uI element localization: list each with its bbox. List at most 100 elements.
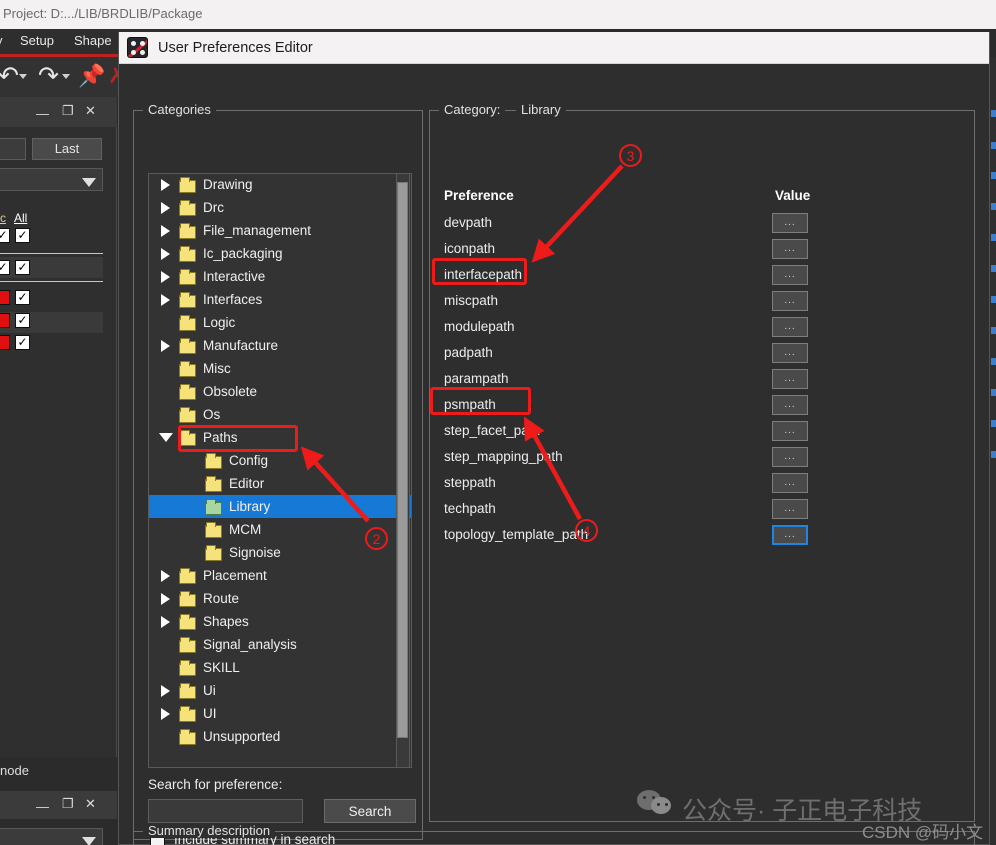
menu-item-setup[interactable]: Setup — [20, 33, 54, 48]
bg2-restore-button[interactable]: ❐ — [62, 796, 74, 812]
chevron-right-icon[interactable] — [161, 340, 170, 352]
chevron-right-icon[interactable] — [161, 202, 170, 214]
folder-icon — [179, 315, 196, 331]
bg-checkbox-b3[interactable]: ✓ — [15, 313, 30, 328]
redo-dropdown-caret[interactable] — [62, 74, 70, 79]
tree-item-obsolete[interactable]: Obsolete — [149, 380, 411, 403]
pref-iconpath[interactable]: iconpath — [444, 241, 495, 256]
pref-step_facet_path[interactable]: step_facet_path — [444, 423, 540, 438]
value-button-interfacepath[interactable]: ... — [772, 265, 808, 285]
pref-miscpath[interactable]: miscpath — [444, 293, 498, 308]
chevron-right-icon[interactable] — [161, 294, 170, 306]
tree-item-drc[interactable]: Drc — [149, 196, 411, 219]
dialog-titlebar[interactable]: User Preferences Editor — [119, 32, 989, 64]
tree-item-skill[interactable]: SKILL — [149, 656, 411, 679]
value-button-miscpath[interactable]: ... — [772, 291, 808, 311]
tree-item-paths[interactable]: Paths — [149, 426, 411, 449]
value-button-psmpath[interactable]: ... — [772, 395, 808, 415]
chevron-right-icon[interactable] — [161, 225, 170, 237]
redo-icon[interactable]: ↷ — [38, 60, 59, 92]
chevron-right-icon[interactable] — [161, 570, 170, 582]
tree-item-file_management[interactable]: File_management — [149, 219, 411, 242]
bg-minimize-button[interactable]: — — [36, 106, 49, 121]
value-button-devpath[interactable]: ... — [772, 213, 808, 233]
bg-combo-box[interactable] — [0, 168, 103, 191]
bg-checkbox-b4[interactable]: ✓ — [15, 335, 30, 350]
bg-checkbox-b0[interactable]: ✓ — [15, 228, 30, 243]
undo-dropdown-caret[interactable] — [19, 74, 27, 79]
tree-item-signal_analysis[interactable]: Signal_analysis — [149, 633, 411, 656]
pref-techpath[interactable]: techpath — [444, 501, 496, 516]
bg-col-header-all[interactable]: All — [14, 211, 27, 225]
chevron-right-icon[interactable] — [161, 616, 170, 628]
bg-close-button[interactable]: ✕ — [85, 103, 96, 119]
search-button[interactable]: Search — [324, 799, 416, 823]
tree-item-interfaces[interactable]: Interfaces — [149, 288, 411, 311]
bg-combo-box-2[interactable]: or — [0, 828, 103, 845]
pref-padpath[interactable]: padpath — [444, 345, 493, 360]
value-button-iconpath[interactable]: ... — [772, 239, 808, 259]
value-button-techpath[interactable]: ... — [772, 499, 808, 519]
pref-parampath[interactable]: parampath — [444, 371, 509, 386]
bg2-minimize-button[interactable]: — — [36, 799, 49, 814]
pref-devpath[interactable]: devpath — [444, 215, 492, 230]
search-input[interactable] — [148, 799, 303, 823]
tree-item-misc[interactable]: Misc — [149, 357, 411, 380]
chevron-right-icon[interactable] — [161, 685, 170, 697]
pref-steppath[interactable]: steppath — [444, 475, 496, 490]
value-button-parampath[interactable]: ... — [772, 369, 808, 389]
value-button-modulepath[interactable]: ... — [772, 317, 808, 337]
tree-item-library[interactable]: Library — [149, 495, 411, 518]
bg-restore-button[interactable]: ❐ — [62, 103, 74, 119]
tree-item-ui[interactable]: Ui — [149, 679, 411, 702]
tree-item-route[interactable]: Route — [149, 587, 411, 610]
chevron-right-icon[interactable] — [161, 179, 170, 191]
tree-item-config[interactable]: Config — [149, 449, 411, 472]
bg-color-swatch-2[interactable] — [0, 313, 10, 328]
tree-item-drawing[interactable]: Drawing — [149, 174, 411, 196]
menu-item-0[interactable]: y — [0, 33, 3, 48]
bg-color-swatch-1[interactable] — [0, 290, 10, 305]
tree-item-manufacture[interactable]: Manufacture — [149, 334, 411, 357]
tree-item-signoise[interactable]: Signoise — [149, 541, 411, 564]
tree-item-editor[interactable]: Editor — [149, 472, 411, 495]
bg-text-field[interactable] — [0, 138, 26, 160]
tree-item-mcm[interactable]: MCM — [149, 518, 411, 541]
tree-item-interactive[interactable]: Interactive — [149, 265, 411, 288]
bg-color-swatch-3[interactable] — [0, 335, 10, 350]
pref-topology_template_path[interactable]: topology_template_path — [444, 527, 588, 542]
tree-scrollbar-thumb[interactable] — [397, 182, 408, 738]
tree-item-ic_packaging[interactable]: Ic_packaging — [149, 242, 411, 265]
bg-checkbox-a0[interactable]: ✓ — [0, 228, 10, 243]
categories-tree[interactable]: Drawing Drc File_management Ic_packaging Int… — [148, 173, 412, 768]
bg2-close-button[interactable]: ✕ — [85, 796, 96, 812]
pref-psmpath[interactable]: psmpath — [444, 397, 496, 412]
tree-item-ui[interactable]: UI — [149, 702, 411, 725]
chevron-right-icon[interactable] — [161, 708, 170, 720]
pref-modulepath[interactable]: modulepath — [444, 319, 515, 334]
chevron-down-icon[interactable] — [159, 433, 173, 442]
tree-item-os[interactable]: Os — [149, 403, 411, 426]
value-button-steppath[interactable]: ... — [772, 473, 808, 493]
folder-icon — [179, 361, 196, 377]
pref-step_mapping_path[interactable]: step_mapping_path — [444, 449, 563, 464]
last-button[interactable]: Last — [32, 138, 102, 160]
chevron-right-icon[interactable] — [161, 248, 170, 260]
value-button-padpath[interactable]: ... — [772, 343, 808, 363]
tree-item-placement[interactable]: Placement — [149, 564, 411, 587]
chevron-right-icon[interactable] — [161, 593, 170, 605]
menu-item-shape[interactable]: Shape — [74, 33, 112, 48]
value-button-step_mapping_path[interactable]: ... — [772, 447, 808, 467]
pref-interfacepath[interactable]: interfacepath — [444, 267, 522, 282]
undo-icon[interactable]: ↶ — [0, 60, 19, 92]
value-button-step_facet_path[interactable]: ... — [772, 421, 808, 441]
chevron-right-icon[interactable] — [161, 271, 170, 283]
pin-icon[interactable]: 📌 — [78, 60, 105, 92]
bg-checkbox-b1[interactable]: ✓ — [15, 260, 30, 275]
tree-item-shapes[interactable]: Shapes — [149, 610, 411, 633]
tree-item-unsupported[interactable]: Unsupported — [149, 725, 411, 748]
tree-item-logic[interactable]: Logic — [149, 311, 411, 334]
value-button-topology_template_path[interactable]: ... — [772, 525, 808, 545]
bg-checkbox-a1[interactable]: ✓ — [0, 260, 10, 275]
bg-checkbox-b2[interactable]: ✓ — [15, 290, 30, 305]
